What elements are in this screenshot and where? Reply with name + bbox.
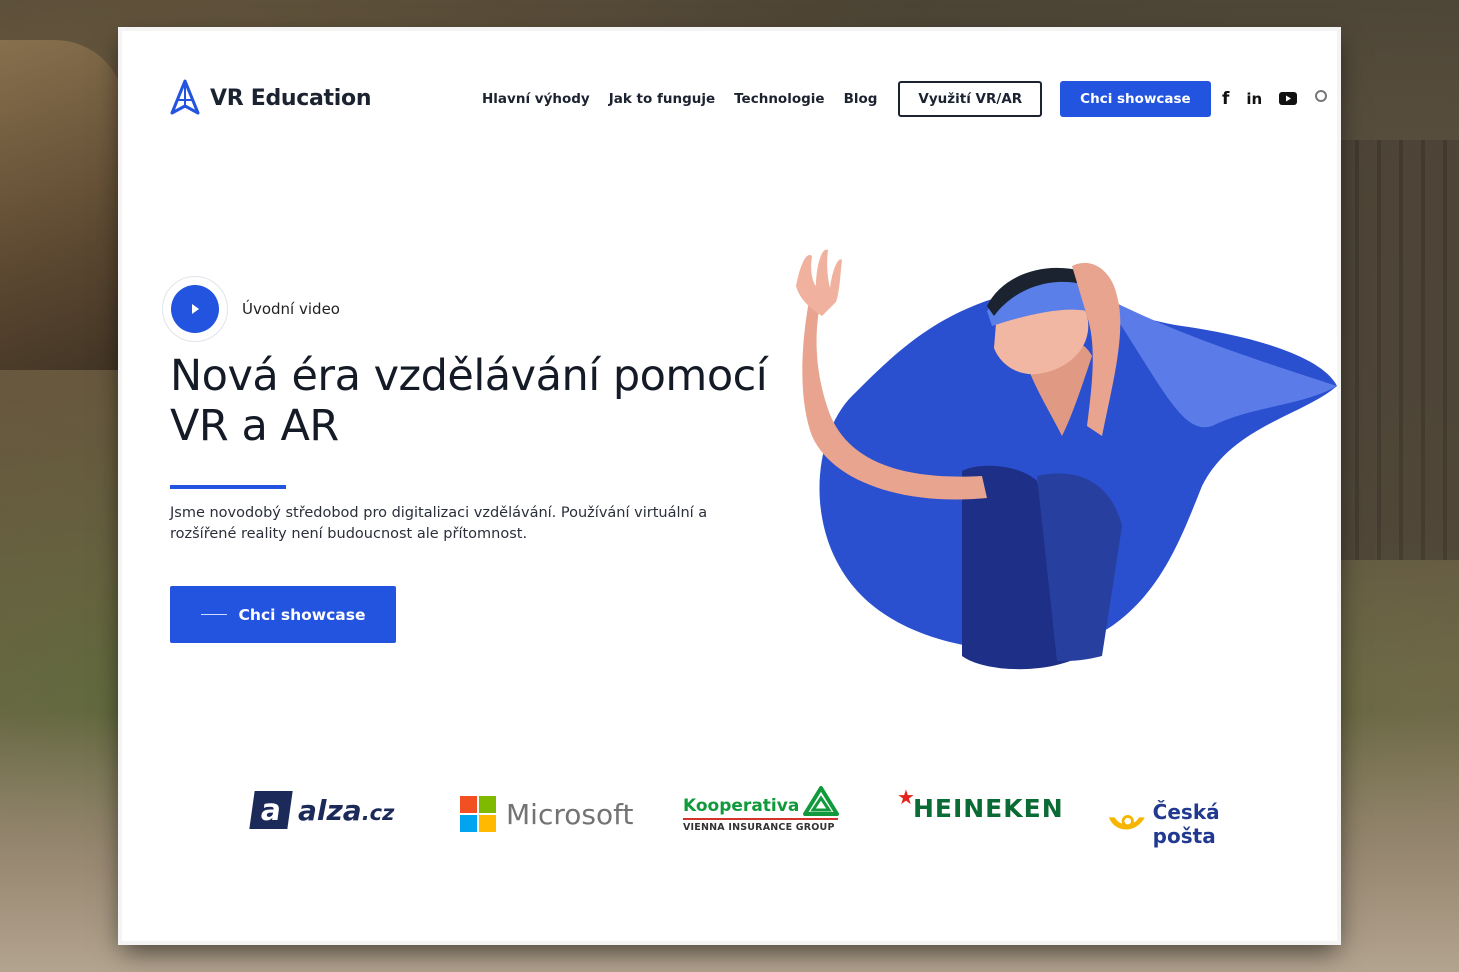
- alza-mark-icon: a: [249, 791, 293, 829]
- ceska-posta-logo: Česká pošta: [1107, 800, 1282, 848]
- vr-education-logo-icon: [170, 79, 200, 115]
- hero-subtitle: Jsme novodobý středobod pro digitalizaci…: [170, 505, 708, 542]
- page-title: Nová éra vzdělávání pomocí VR a AR: [170, 351, 768, 451]
- play-button[interactable]: [162, 276, 228, 342]
- youtube-icon[interactable]: [1279, 90, 1298, 109]
- heineken-star-icon: ★: [897, 784, 915, 809]
- brand-name: VR Education: [210, 85, 372, 111]
- social-links: f in: [1222, 89, 1330, 109]
- chci-showcase-nav-button[interactable]: Chci showcase: [1060, 81, 1211, 117]
- background-wall: [1337, 140, 1459, 560]
- partner-logos: a alza.cz Microsoft Kooperativa VIENNA I…: [249, 784, 1282, 848]
- background-hut: [0, 40, 125, 370]
- kooperativa-triangle-icon: [803, 786, 840, 816]
- title-accent-line: [170, 485, 286, 489]
- website-screenshot-card: VR Education Hlavní výhody Jak to funguj…: [122, 31, 1337, 941]
- heineken-logo: ★ HEINEKEN: [897, 784, 1064, 824]
- cta-label: Chci showcase: [238, 605, 366, 624]
- chci-showcase-cta-button[interactable]: Chci showcase: [170, 586, 396, 643]
- nav-link-jak-to-funguje[interactable]: Jak to funguje: [609, 91, 715, 107]
- play-icon: [192, 304, 199, 314]
- video-label[interactable]: Úvodní video: [242, 300, 340, 318]
- facebook-icon[interactable]: f: [1222, 89, 1229, 109]
- main-navigation: Hlavní výhody Jak to funguje Technologie…: [482, 81, 1211, 117]
- dash-icon: [200, 614, 227, 615]
- microsoft-windows-icon: [460, 796, 496, 832]
- vr-woman-illustration: [796, 249, 1337, 670]
- search-icon[interactable]: [1314, 89, 1330, 109]
- linkedin-icon[interactable]: in: [1246, 90, 1262, 108]
- vyuziti-vr-ar-button[interactable]: Využití VR/AR: [898, 81, 1043, 117]
- nav-link-blog[interactable]: Blog: [844, 91, 878, 107]
- microsoft-logo: Microsoft: [460, 796, 633, 832]
- kooperativa-logo: Kooperativa VIENNA INSURANCE GROUP: [683, 786, 840, 833]
- intro-video[interactable]: Úvodní video: [162, 276, 340, 342]
- nav-link-technologie[interactable]: Technologie: [734, 91, 824, 107]
- alza-logo: a alza.cz: [249, 791, 394, 829]
- brand-logo[interactable]: VR Education: [168, 79, 371, 117]
- post-horn-icon: [1108, 815, 1145, 830]
- nav-link-hlavni-vyhody[interactable]: Hlavní výhody: [482, 91, 590, 107]
